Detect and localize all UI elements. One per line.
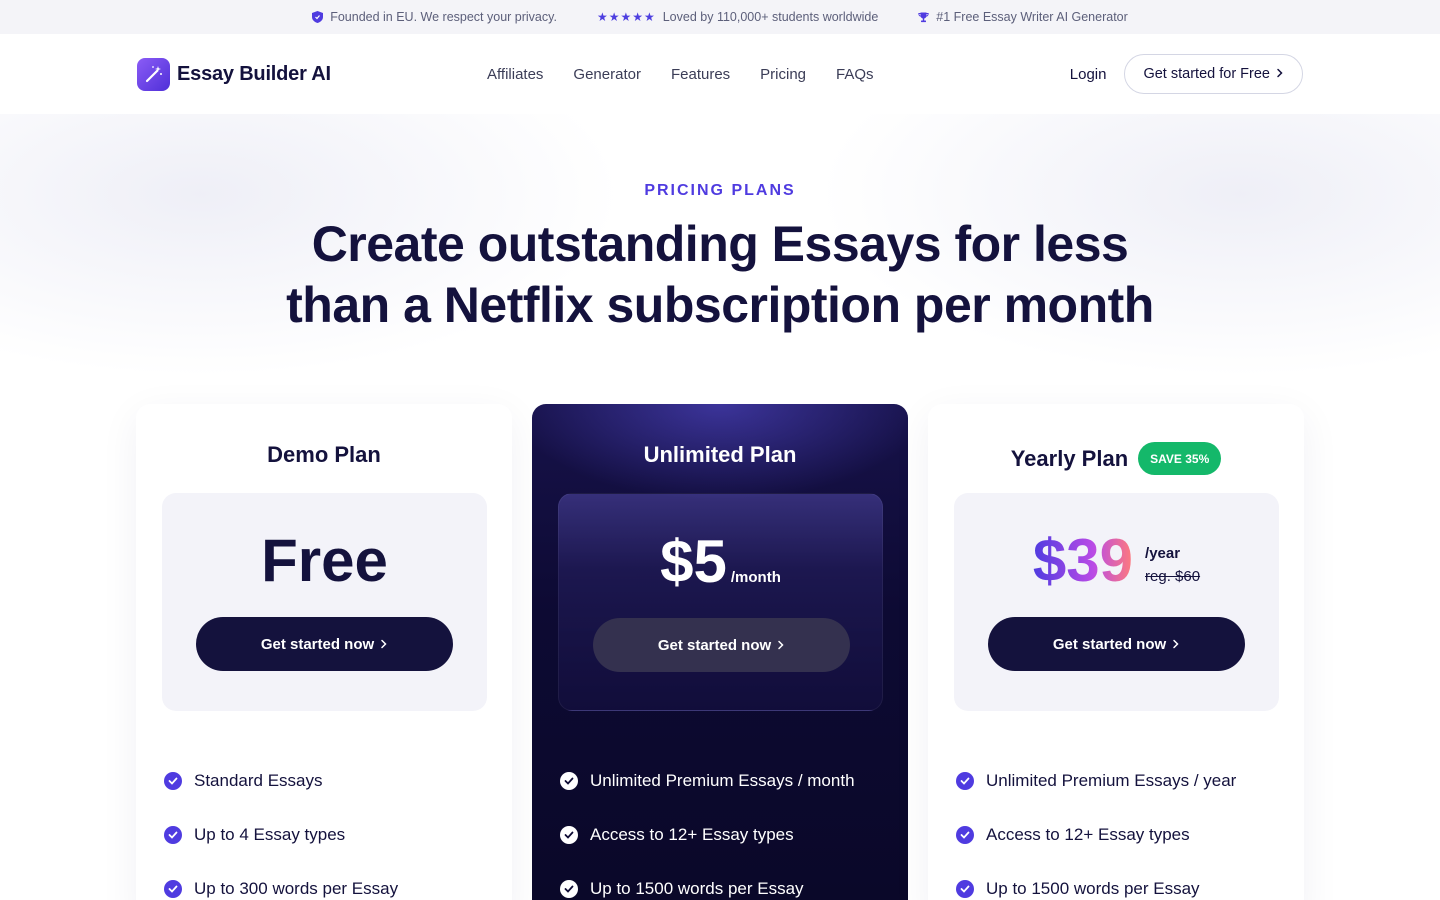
get-started-button[interactable]: Get started now: [988, 617, 1245, 671]
get-started-button[interactable]: Get started now: [196, 617, 453, 671]
check-circle-icon: [956, 880, 974, 898]
nav-affiliates[interactable]: Affiliates: [487, 66, 543, 83]
get-started-label: Get started now: [657, 636, 772, 654]
logo[interactable]: Essay Builder AI: [137, 57, 331, 91]
get-started-label: Get started now: [260, 635, 375, 653]
plan-title: Demo Plan: [136, 442, 512, 468]
list-item: Standard Essays: [164, 754, 398, 808]
plan-price: $39: [1032, 527, 1134, 594]
regular-price: reg. $60: [1145, 568, 1201, 585]
get-started-free-label: Get started for Free: [1143, 66, 1270, 82]
pricing-eyebrow: PRICING PLANS: [644, 182, 796, 199]
list-item: Unlimited Premium Essays / year: [956, 754, 1236, 808]
feature-text: Up to 1500 words per Essay: [986, 879, 1200, 898]
pricing-section: PRICING PLANS Create outstanding Essays …: [0, 114, 1440, 900]
headline-line-1: Create outstanding Essays for less: [311, 216, 1129, 272]
plan-title-text: Unlimited Plan: [643, 442, 797, 467]
magic-wand-icon: [137, 57, 170, 91]
list-item: Up to 1500 words per Essay: [560, 862, 855, 900]
feature-text: Up to 4 Essay types: [194, 825, 346, 844]
price-box: $39 /year reg. $60 Get started now: [954, 493, 1279, 711]
header-actions: Login Get started for Free: [1070, 34, 1303, 114]
feature-text: Access to 12+ Essay types: [590, 825, 794, 844]
plan-title: Unlimited Plan: [532, 442, 908, 468]
check-circle-icon: [956, 772, 974, 790]
feature-text: Standard Essays: [194, 771, 323, 790]
feature-text: Up to 300 words per Essay: [194, 879, 399, 898]
rank-notice: #1 Free Essay Writer AI Generator: [918, 10, 1128, 24]
site-header: Essay Builder AI Affiliates Generator Fe…: [0, 34, 1440, 114]
feature-text: Unlimited Premium Essays / year: [986, 771, 1237, 790]
logo-text: Essay Builder AI: [177, 62, 331, 85]
check-circle-icon: [164, 772, 182, 790]
yearly-plan-card: Yearly Plan SAVE 35% $39 /year reg. $60 …: [928, 404, 1304, 900]
check-circle-icon: [560, 772, 578, 790]
feature-text: Unlimited Premium Essays / month: [590, 771, 855, 790]
price-row: Free: [162, 529, 487, 593]
nav-features[interactable]: Features: [671, 66, 730, 83]
feature-text: Access to 12+ Essay types: [986, 825, 1190, 844]
main-nav: Affiliates Generator Features Pricing FA…: [487, 34, 874, 114]
check-circle-icon: [164, 880, 182, 898]
unlimited-plan-card: Unlimited Plan $5 /month Get started now…: [532, 404, 908, 900]
feature-list: Standard Essays Up to 4 Essay types Up t…: [164, 754, 398, 900]
chevron-right-icon: [777, 637, 785, 654]
chevron-right-icon: [1172, 636, 1180, 653]
list-item: Unlimited Premium Essays / month: [560, 754, 855, 808]
nav-faqs[interactable]: FAQs: [836, 66, 874, 83]
plan-title-text: Yearly Plan: [1010, 445, 1129, 471]
headline-line-2: than a Netflix subscription per month: [286, 277, 1154, 333]
list-item: Up to 1500 words per Essay: [956, 862, 1236, 900]
get-started-button[interactable]: Get started now: [593, 618, 850, 672]
get-started-free-button[interactable]: Get started for Free: [1124, 54, 1303, 94]
pricing-headline: Create outstanding Essays for less than …: [0, 214, 1440, 336]
trophy-icon: [918, 12, 929, 23]
check-circle-icon: [560, 826, 578, 844]
students-text: Loved by 110,000+ students worldwide: [662, 10, 879, 24]
rank-text: #1 Free Essay Writer AI Generator: [936, 10, 1128, 24]
price-box: Free Get started now: [162, 493, 487, 711]
chevron-right-icon: [1276, 66, 1284, 82]
nav-pricing[interactable]: Pricing: [760, 66, 806, 83]
plan-title-text: Demo Plan: [267, 442, 381, 467]
plan-period: /month: [730, 569, 781, 586]
save-badge: SAVE 35%: [1138, 442, 1222, 475]
feature-list: Unlimited Premium Essays / month Access …: [560, 754, 855, 900]
chevron-right-icon: [380, 636, 388, 653]
star-rating-icon: ★★★★★: [596, 10, 656, 24]
price-box: $5 /month Get started now: [558, 493, 883, 711]
plan-period: /year: [1145, 545, 1181, 562]
demo-plan-card: Demo Plan Free Get started now Standard …: [136, 404, 512, 900]
feature-list: Unlimited Premium Essays / year Access t…: [956, 754, 1236, 900]
plan-title: Yearly Plan SAVE 35%: [928, 442, 1304, 475]
list-item: Up to 300 words per Essay: [164, 862, 398, 900]
login-link[interactable]: Login: [1070, 66, 1107, 83]
shield-icon: [312, 11, 324, 23]
privacy-text: Founded in EU. We respect your privacy.: [330, 10, 557, 24]
price-meta: /year reg. $60: [1145, 545, 1200, 585]
price-row: $39 /year reg. $60: [954, 529, 1279, 593]
check-circle-icon: [956, 826, 974, 844]
rating-notice: ★★★★★ Loved by 110,000+ students worldwi…: [597, 10, 878, 24]
list-item: Access to 12+ Essay types: [560, 808, 855, 862]
feature-text: Up to 1500 words per Essay: [590, 879, 804, 898]
plan-price: Free: [261, 527, 388, 594]
check-circle-icon: [164, 826, 182, 844]
privacy-notice: Founded in EU. We respect your privacy.: [312, 10, 557, 24]
nav-generator[interactable]: Generator: [573, 66, 641, 83]
check-circle-icon: [560, 880, 578, 898]
price-row: $5 /month: [559, 530, 882, 594]
list-item: Up to 4 Essay types: [164, 808, 398, 862]
list-item: Access to 12+ Essay types: [956, 808, 1236, 862]
get-started-label: Get started now: [1052, 635, 1167, 653]
plan-price: $5: [660, 528, 727, 595]
announcement-bar: Founded in EU. We respect your privacy. …: [0, 0, 1440, 34]
